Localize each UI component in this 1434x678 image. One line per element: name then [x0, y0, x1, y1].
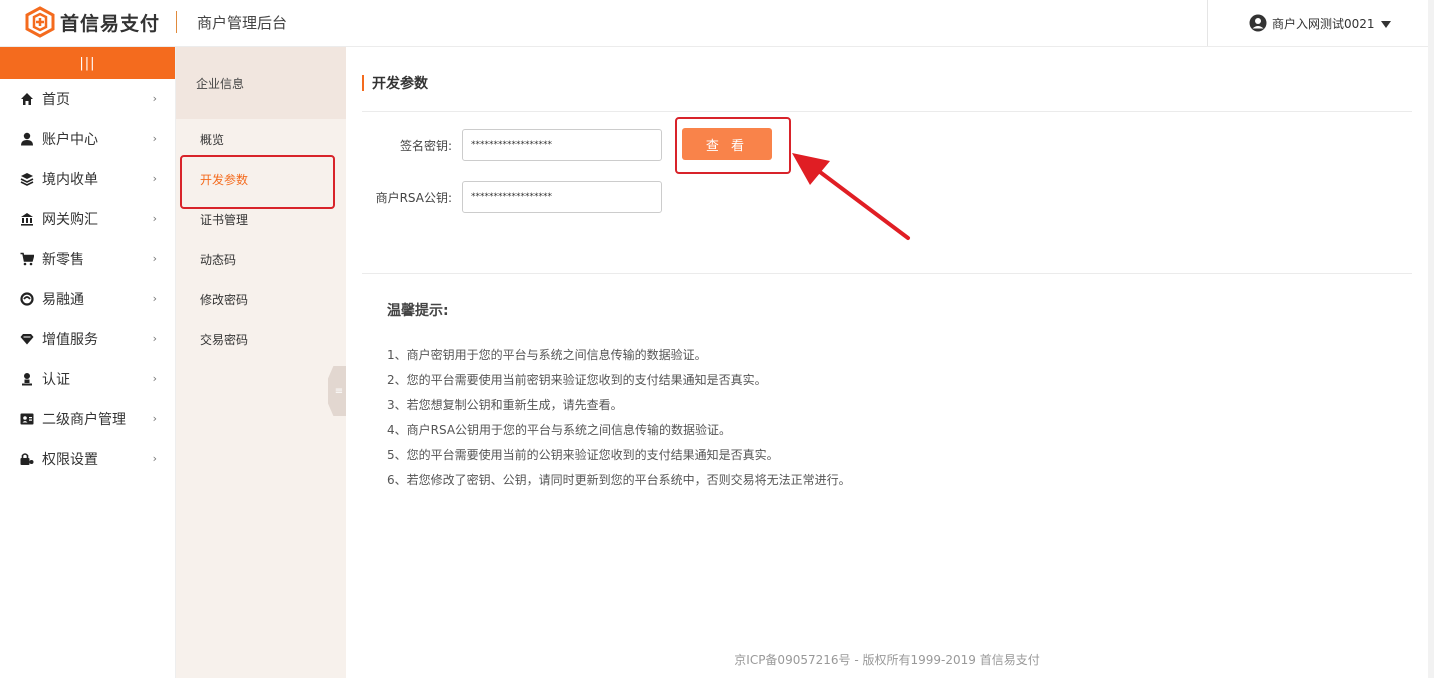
menu-lines-icon: ≡ [334, 385, 344, 397]
brand-name: 首信易支付 [60, 12, 161, 35]
annotation-arrow-icon [792, 153, 910, 240]
chevron-right-icon: › [152, 92, 157, 105]
chevron-right-icon: › [152, 212, 157, 225]
home-icon [20, 92, 34, 106]
chevron-right-icon: › [152, 132, 157, 145]
sidebar-item-label: 增值服务 [42, 332, 98, 348]
menu-lines-icon: ||| [79, 55, 96, 71]
brand-logo[interactable]: 首信易支付 [24, 6, 160, 38]
sidebar-menu: 首页 › 账户中心 › 境内收单 › 网关购汇 › 新零售 › 易融通 › 增值… [0, 79, 175, 479]
subnav-item-trade-password[interactable]: 交易密码 [176, 319, 346, 359]
sidebar-item-new-retail[interactable]: 新零售 › [0, 239, 175, 279]
rsa-key-label: 商户RSA公钥: [375, 190, 452, 205]
chevron-right-icon: › [152, 372, 157, 385]
tips-title: 温馨提示: [387, 303, 449, 319]
sidebar-item-permissions[interactable]: 权限设置 › [0, 439, 175, 479]
sidebar-item-account[interactable]: 账户中心 › [0, 119, 175, 159]
view-key-button[interactable]: 查 看 [682, 128, 772, 160]
sidebar-item-label: 境内收单 [42, 172, 98, 188]
sidebar-item-sub-merchant[interactable]: 二级商户管理 › [0, 399, 175, 439]
subnav-item-change-password[interactable]: 修改密码 [176, 279, 346, 319]
lock-key-icon [20, 452, 34, 466]
user-avatar-icon [1249, 14, 1267, 32]
annotation-highlight-box [180, 155, 335, 209]
caret-down-icon[interactable] [1380, 20, 1391, 28]
logo-icon [25, 6, 55, 38]
sidebar-item-label: 权限设置 [42, 452, 98, 468]
divider [362, 273, 1412, 274]
tip-item: 5、您的平台需要使用当前的公钥来验证您收到的支付结果通知是否真实。 [387, 448, 779, 462]
sidebar-item-finance[interactable]: 易融通 › [0, 279, 175, 319]
sidebar-collapse-button[interactable]: ||| [0, 47, 175, 79]
section-title: 开发参数 [362, 73, 428, 93]
sidebar-item-verification[interactable]: 认证 › [0, 359, 175, 399]
sidebar-item-label: 认证 [42, 372, 70, 388]
sidebar-item-label: 二级商户管理 [42, 412, 126, 428]
id-card-icon [20, 412, 34, 426]
user-icon [20, 132, 34, 146]
cart-icon [20, 252, 34, 266]
tip-item: 3、若您想复制公钥和重新生成，请先查看。 [387, 398, 623, 412]
bank-icon [20, 212, 34, 226]
title-accent-bar [362, 75, 364, 91]
tips-list: 1、商户密钥用于您的平台与系统之间信息传输的数据验证。 2、您的平台需要使用当前… [387, 343, 851, 493]
chevron-right-icon: › [152, 452, 157, 465]
diamond-icon [20, 332, 34, 346]
subnav-heading: 企业信息 [176, 47, 346, 119]
divider [362, 111, 1412, 112]
subnav-heading-label: 企业信息 [196, 76, 245, 91]
chevron-right-icon: › [152, 412, 157, 425]
subnav-collapse-tab[interactable]: ≡ [328, 366, 346, 416]
chevron-right-icon: › [152, 332, 157, 345]
footer-copyright: 京ICP备09057216号 - 版权所有1999-2019 首信易支付 [734, 653, 1040, 667]
header-divider [176, 11, 177, 33]
subnav-item-overview[interactable]: 概览 [176, 119, 346, 159]
sidebar-item-value-added[interactable]: 增值服务 › [0, 319, 175, 359]
sidebar-item-label: 网关购汇 [42, 212, 98, 228]
sidebar: ||| 首页 › 账户中心 › 境内收单 › 网关购汇 › 新零售 › 易融通 … [0, 47, 176, 678]
chevron-right-icon: › [152, 252, 157, 265]
rsa-key-input[interactable] [462, 181, 662, 213]
tip-item: 2、您的平台需要使用当前密钥来验证您收到的支付结果通知是否真实。 [387, 373, 767, 387]
header-title: 商户管理后台 [197, 14, 288, 32]
tip-item: 4、商户RSA公钥用于您的平台与系统之间信息传输的数据验证。 [387, 423, 732, 437]
section-title-text: 开发参数 [372, 76, 428, 92]
chevron-right-icon: › [152, 292, 157, 305]
layers-icon [20, 172, 34, 186]
subnav-item-dynamic-code[interactable]: 动态码 [176, 239, 346, 279]
sidebar-item-acquiring[interactable]: 境内收单 › [0, 159, 175, 199]
top-header: 首信易支付 商户管理后台 商户入网测试0021 [0, 0, 1428, 47]
rsa-key-row: 商户RSA公钥: [346, 181, 662, 213]
page-scrollbar[interactable] [1428, 0, 1434, 678]
loop-icon [20, 292, 34, 306]
subnav-panel: 企业信息 概览 开发参数 证书管理 动态码 修改密码 交易密码 [176, 47, 346, 678]
tip-item: 6、若您修改了密钥、公钥，请同时更新到您的平台系统中，否则交易将无法正常进行。 [387, 473, 851, 487]
sign-key-label: 签名密钥: [399, 138, 452, 153]
sidebar-item-gateway-fx[interactable]: 网关购汇 › [0, 199, 175, 239]
sidebar-item-label: 易融通 [42, 292, 84, 308]
sidebar-item-label: 账户中心 [42, 132, 98, 148]
person-stand-icon [20, 372, 34, 386]
sidebar-item-label: 首页 [42, 92, 70, 108]
sidebar-item-home[interactable]: 首页 › [0, 79, 175, 119]
chevron-right-icon: › [152, 172, 157, 185]
sidebar-item-label: 新零售 [42, 252, 84, 268]
tip-item: 1、商户密钥用于您的平台与系统之间信息传输的数据验证。 [387, 348, 707, 362]
sign-key-input[interactable] [462, 129, 662, 161]
user-menu[interactable]: 商户入网测试0021 [1207, 0, 1428, 46]
user-name: 商户入网测试0021 [1272, 16, 1375, 31]
main-content: 开发参数 签名密钥: 查 看 商户RSA公钥: 温馨提示: 1、商户密钥用于您的… [346, 47, 1428, 678]
sign-key-row: 签名密钥: [346, 129, 662, 161]
